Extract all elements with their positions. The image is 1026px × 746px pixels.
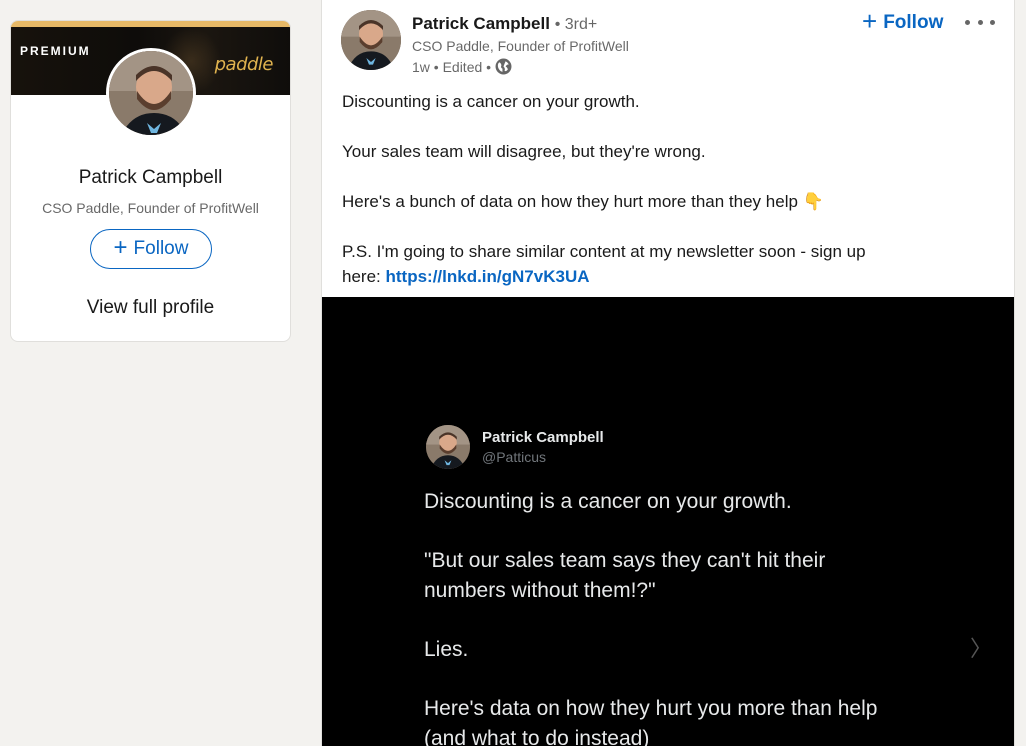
- view-full-profile-link[interactable]: View full profile: [11, 297, 290, 319]
- tweet-paragraph: Discounting is a cancer on your growth.: [424, 490, 792, 513]
- post-text-line: Here's a bunch of data on how they hurt …: [342, 192, 824, 211]
- premium-label: PREMIUM: [20, 44, 91, 58]
- profile-card: PREMIUM paddle Patrick Campbell CSO Padd…: [10, 20, 291, 342]
- post-meta-text: 1w • Edited •: [412, 58, 492, 75]
- tweet-paragraph: Lies.: [424, 638, 469, 661]
- post-media-carousel[interactable]: Patrick Campbell @Patticus Discounting i…: [322, 297, 1014, 746]
- tweet-author-handle: @Patticus: [482, 449, 547, 465]
- post-text-line: Discounting is a cancer on your growth.: [342, 92, 640, 111]
- follow-label: Follow: [133, 238, 189, 259]
- post-text-line: here: https://lnkd.in/gN7vK3UA: [342, 264, 962, 289]
- post-link[interactable]: https://lnkd.in/gN7vK3UA: [385, 267, 589, 286]
- post-meta: 1w • Edited •: [412, 58, 512, 75]
- actor-degree: • 3rd+: [554, 16, 598, 33]
- follow-button[interactable]: + Follow: [90, 229, 212, 269]
- actor-avatar[interactable]: [341, 10, 401, 70]
- post-text-line: P.S. I'm going to share similar content …: [342, 242, 866, 261]
- chevron-right-icon[interactable]: 〉: [970, 631, 992, 663]
- post-follow-button[interactable]: + Follow: [862, 6, 944, 36]
- profile-avatar[interactable]: [106, 48, 196, 138]
- paddle-logo: paddle: [214, 54, 274, 75]
- feed-post: Patrick Campbell • 3rd+ CSO Paddle, Foun…: [321, 0, 1015, 746]
- post-text-line: Your sales team will disagree, but they'…: [342, 142, 706, 161]
- plus-icon: +: [113, 233, 128, 261]
- more-icon[interactable]: [965, 12, 995, 32]
- post-text: Discounting is a cancer on your growth. …: [342, 89, 962, 289]
- actor-name[interactable]: Patrick Campbell • 3rd+: [412, 14, 597, 34]
- plus-icon: +: [862, 6, 878, 36]
- post-text-prefix: here:: [342, 267, 386, 286]
- tweet-body: Discounting is a cancer on your growth. …: [424, 487, 894, 746]
- tweet-author-name: Patrick Campbell: [482, 429, 604, 446]
- post-follow-label: Follow: [883, 12, 944, 33]
- globe-icon: [495, 58, 512, 75]
- actor-headline: CSO Paddle, Founder of ProfitWell: [412, 38, 629, 54]
- profile-headline: CSO Paddle, Founder of ProfitWell: [42, 200, 259, 216]
- tweet-paragraph: Here's data on how they hurt you more th…: [424, 697, 878, 746]
- actor-name-text[interactable]: Patrick Campbell: [412, 14, 550, 33]
- tweet-avatar: [426, 425, 470, 469]
- profile-name[interactable]: Patrick Campbell: [11, 167, 290, 189]
- tweet-paragraph: "But our sales team says they can't hit …: [424, 549, 826, 602]
